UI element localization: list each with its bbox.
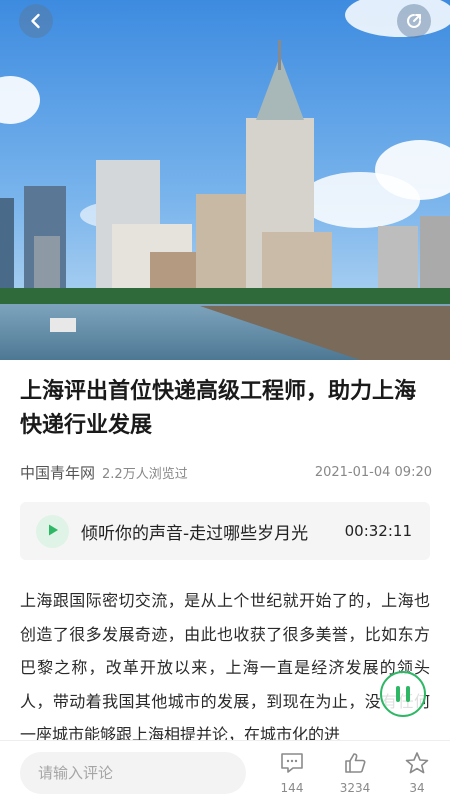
favorite-button[interactable]: 34 [392, 751, 442, 797]
favorites-count: 34 [409, 781, 425, 795]
publish-date: 2021-01-04 09:20 [314, 464, 432, 480]
article-title: 上海评出首位快递高级工程师，助力上海快递行业发展 [20, 379, 417, 438]
floating-pause-button[interactable] [380, 671, 426, 717]
thumbs-up-icon [342, 751, 368, 779]
audio-title: 倾听你的声音-走过哪些岁月光 [81, 523, 309, 544]
star-icon [404, 751, 430, 779]
audio-duration: 00:32:11 [344, 522, 412, 540]
back-button[interactable] [19, 4, 53, 38]
chevron-left-icon [28, 13, 44, 29]
share-button[interactable] [397, 4, 431, 38]
view-count: 2.2万人浏览过 [102, 466, 188, 482]
pause-icon [393, 686, 413, 702]
article-body: 上海跟国际密切交流，是从上个世纪就开始了的，上海也创造了很多发展奇迹，由此也收获… [20, 591, 430, 741]
audio-player[interactable]: 倾听你的声音-走过哪些岁月光 00:32:11 [20, 502, 430, 560]
play-icon [46, 522, 60, 541]
comments-count: 144 [280, 781, 304, 795]
comments-button[interactable]: 144 [267, 751, 317, 797]
article-meta: 中国青年网 2.2万人浏览过 2021-01-04 09:20 [20, 461, 432, 483]
likes-count: 3234 [339, 781, 371, 795]
city-skyline-photo [0, 0, 450, 360]
article-source[interactable]: 中国青年网 [20, 462, 95, 483]
bottom-action-bar: 144 3234 34 [0, 740, 450, 800]
play-button[interactable] [36, 514, 69, 548]
hero-image [0, 0, 450, 360]
comment-input[interactable] [20, 752, 246, 794]
share-icon [405, 12, 423, 30]
comment-icon [279, 751, 305, 779]
like-button[interactable]: 3234 [330, 751, 380, 797]
